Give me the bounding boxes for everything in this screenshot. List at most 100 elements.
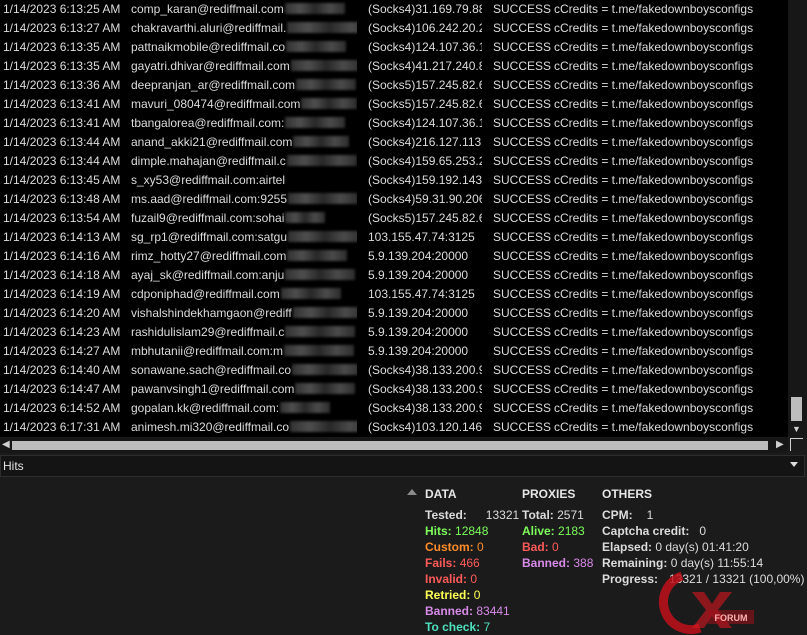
row-capture: cCredits = t.me/fakedownboysconfigs [554, 116, 754, 130]
scroll-right-arrow-icon[interactable]: ▶ [776, 439, 784, 450]
row-time: 1/14/2023 6:13:45 AM [3, 173, 121, 187]
hits-log-grid[interactable]: 1/14/2023 6:13:25 AM comp_karan@rediffmai… [0, 0, 788, 437]
redacted-password [290, 421, 357, 432]
redacted-password [285, 212, 326, 223]
row-account: sg_rp1@rediffmail.com:satgu [131, 228, 357, 247]
row-status: SUCCESS [493, 192, 551, 206]
row-capture: cCredits = t.me/fakedownboysconfigs [554, 306, 754, 320]
row-proxy: (Socks4)216.127.113.5 [368, 135, 482, 149]
table-row[interactable]: 1/14/2023 6:14:47 AM pawanvsingh1@rediffm… [0, 380, 788, 399]
table-row[interactable]: 1/14/2023 6:14:40 AM sonawane.sach@rediff… [0, 361, 788, 380]
row-status: SUCCESS [493, 135, 551, 149]
row-account: gayatri.dhivar@rediffmail.com [131, 57, 357, 76]
redacted-password [295, 383, 356, 394]
row-account: pattnaikmobile@rediffmail.co [131, 38, 357, 57]
watermark-text: FORUM [715, 613, 748, 623]
table-row[interactable]: 1/14/2023 6:13:41 AM tbangalorea@rediffma… [0, 114, 788, 133]
row-capture: cCredits = t.me/fakedownboysconfigs [554, 230, 754, 244]
table-row[interactable]: 1/14/2023 6:13:54 AM fuzail9@rediffmail.c… [0, 209, 788, 228]
row-capture: cCredits = t.me/fakedownboysconfigs [554, 401, 754, 415]
row-proxy: (Socks4)106.242.20.21 [368, 21, 482, 35]
row-time: 1/14/2023 6:13:27 AM [3, 21, 121, 35]
table-row[interactable]: 1/14/2023 6:13:41 AM mavuri_080474@rediff… [0, 95, 788, 114]
row-account: tbangalorea@rediffmail.com: [131, 114, 357, 133]
stat-captcha-credit: Captcha credit: 0 [602, 524, 707, 538]
row-proxy: (Socks4)159.65.253.2 [368, 154, 482, 168]
forum-watermark-logo: FORUM [658, 571, 754, 634]
row-account: vishalshindekhamgaon@rediff [131, 304, 357, 323]
row-account: cdponiphad@rediffmail.com [131, 285, 357, 304]
row-proxy: (Socks4)38.133.200.94 [368, 363, 482, 377]
row-account: dimple.mahajan@rediffmail.c [131, 152, 357, 171]
redacted-password [280, 288, 341, 299]
row-time: 1/14/2023 6:13:41 AM [3, 116, 121, 130]
row-time: 1/14/2023 6:14:23 AM [3, 325, 121, 339]
table-row[interactable]: 1/14/2023 6:14:27 AM mbhutanii@rediffmail… [0, 342, 788, 361]
row-status: SUCCESS [493, 401, 551, 415]
table-row[interactable]: 1/14/2023 6:13:25 AM comp_karan@rediffmai… [0, 0, 788, 19]
stat-fails: Fails: 466 [425, 556, 480, 570]
table-row[interactable]: 1/14/2023 6:13:36 AM deepranjan_ar@rediff… [0, 76, 788, 95]
row-status: SUCCESS [493, 173, 551, 187]
redacted-password [287, 250, 348, 261]
chevron-down-icon[interactable] [790, 462, 798, 467]
table-row[interactable]: 1/14/2023 6:14:20 AM vishalshindekhamgaon… [0, 304, 788, 323]
scroll-left-arrow-icon[interactable]: ◀ [2, 439, 10, 450]
table-row[interactable]: 1/14/2023 6:14:13 AM sg_rp1@rediffmail.co… [0, 228, 788, 247]
table-row[interactable]: 1/14/2023 6:13:35 AM gayatri.dhivar@redif… [0, 57, 788, 76]
row-time: 1/14/2023 6:13:41 AM [3, 97, 121, 111]
redacted-password [284, 345, 355, 356]
collapse-stats-icon[interactable] [407, 489, 417, 495]
table-row[interactable]: 1/14/2023 6:14:52 AM gopalan.kk@rediffmai… [0, 399, 788, 418]
table-row[interactable]: 1/14/2023 6:13:48 AM ms.aad@rediffmail.co… [0, 190, 788, 209]
row-proxy: 5.9.139.204:20000 [368, 249, 469, 263]
table-row[interactable]: 1/14/2023 6:13:44 AM dimple.mahajan@redif… [0, 152, 788, 171]
row-time: 1/14/2023 6:13:35 AM [3, 40, 121, 54]
row-account: animesh.mi320@rediffmail.co [131, 418, 357, 437]
horizontal-scrollbar-thumb[interactable] [12, 441, 768, 450]
row-proxy: (Socks4)124.107.36.1 [368, 116, 482, 130]
row-account: rimz_hotty27@rediffmail.com [131, 247, 357, 266]
stat-cpm: CPM: 1 [602, 508, 654, 522]
row-capture: cCredits = t.me/fakedownboysconfigs [554, 382, 754, 396]
table-row[interactable]: 1/14/2023 6:13:44 AM anand_akki21@rediffm… [0, 133, 788, 152]
row-status: SUCCESS [493, 306, 551, 320]
row-time: 1/14/2023 6:14:52 AM [3, 401, 121, 415]
log-type-dropdown[interactable]: Hits [0, 455, 805, 477]
table-row[interactable]: 1/14/2023 6:17:31 AM animesh.mi320@rediff… [0, 418, 788, 437]
row-capture: cCredits = t.me/fakedownboysconfigs [554, 78, 754, 92]
redacted-password [285, 326, 356, 337]
stat-to-check: To check: 7 [425, 620, 491, 634]
data-header: DATA [425, 487, 457, 501]
row-time: 1/14/2023 6:13:44 AM [3, 154, 121, 168]
table-row[interactable]: 1/14/2023 6:13:27 AM chakravarthi.aluri@r… [0, 19, 788, 38]
proxies-header: PROXIES [522, 487, 576, 501]
redacted-password [286, 155, 357, 166]
row-status: SUCCESS [493, 154, 551, 168]
row-status: SUCCESS [493, 249, 551, 263]
table-row[interactable]: 1/14/2023 6:14:16 AM rimz_hotty27@rediffm… [0, 247, 788, 266]
redacted-password [286, 41, 347, 52]
row-status: SUCCESS [493, 116, 551, 130]
row-capture: cCredits = t.me/fakedownboysconfigs [554, 211, 754, 225]
table-row[interactable]: 1/14/2023 6:14:23 AM rashidulislam29@redi… [0, 323, 788, 342]
row-status: SUCCESS [493, 268, 551, 282]
row-capture: cCredits = t.me/fakedownboysconfigs [554, 420, 754, 434]
table-row[interactable]: 1/14/2023 6:13:45 AM s_xy53@rediffmail.co… [0, 171, 788, 190]
row-time: 1/14/2023 6:13:44 AM [3, 135, 121, 149]
vertical-scrollbar[interactable] [788, 0, 807, 437]
table-row[interactable]: 1/14/2023 6:14:18 AM ayaj_sk@rediffmail.c… [0, 266, 788, 285]
redacted-password [285, 269, 356, 280]
scroll-down-arrow-icon[interactable]: ▼ [792, 424, 801, 434]
row-proxy: (Socks4)124.107.36.1 [368, 40, 482, 54]
row-proxy: 103.155.47.74:3125 [368, 287, 475, 301]
table-row[interactable]: 1/14/2023 6:14:19 AM cdponiphad@rediffmai… [0, 285, 788, 304]
stat-retried: Retried: 0 [425, 588, 481, 602]
redacted-password [287, 22, 357, 33]
row-status: SUCCESS [493, 97, 551, 111]
stat-invalid: Invalid: 0 [425, 572, 478, 586]
row-time: 1/14/2023 6:14:16 AM [3, 249, 121, 263]
vertical-scrollbar-thumb[interactable] [791, 397, 802, 421]
redacted-password [292, 364, 357, 375]
table-row[interactable]: 1/14/2023 6:13:35 AM pattnaikmobile@redif… [0, 38, 788, 57]
